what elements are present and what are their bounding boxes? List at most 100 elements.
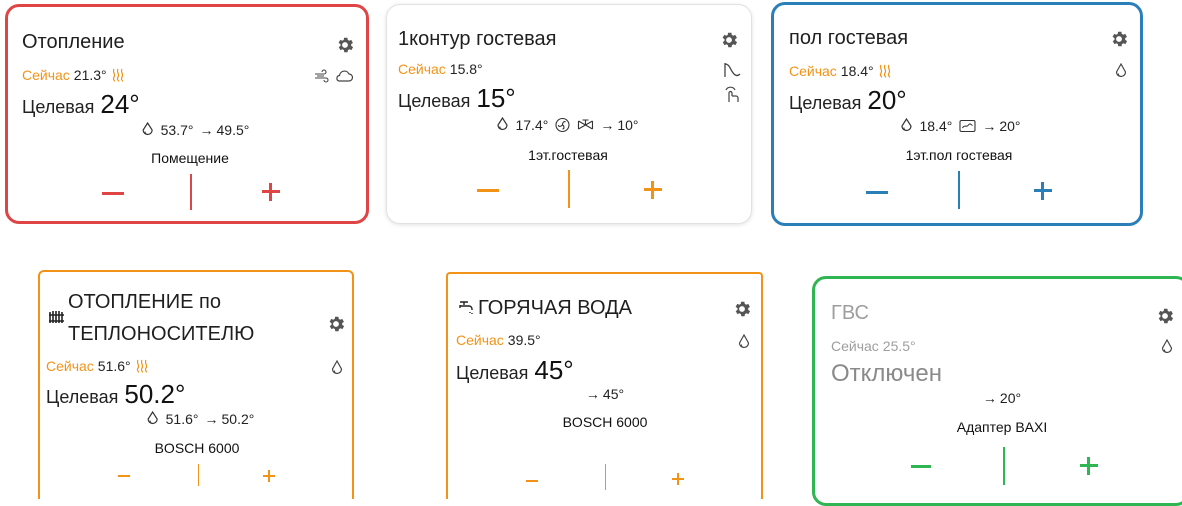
flow-temp: 53.7° [160,122,194,138]
current-temperature: Сейчас 39.5° [456,332,541,348]
heating-active-icon [879,64,890,78]
card-title: ГОРЯЧАЯ ВОДА [478,297,632,319]
thermostat-card-dhw: ГВС Сейчас 25.5° Отключен → 20° Адаптер … [812,276,1182,506]
floor-heating-icon [959,119,976,133]
radiator-icon [49,311,64,323]
increase-button[interactable] [1076,453,1102,479]
increase-button[interactable] [1030,178,1056,204]
valve-icon [577,119,593,130]
settings-gear-icon[interactable] [335,35,355,55]
now-value: 21.3° [73,67,107,83]
target-temperature: Целевая 20° [789,85,907,116]
decrease-button[interactable] [98,189,128,199]
card-title: 1контур гостевая [398,28,557,50]
target-temperature: Целевая 50.2° [46,379,185,410]
status-disabled: Отключен [831,360,943,387]
target-value: 45° [534,355,574,385]
now-value: 18.4° [840,63,874,79]
return-temp: 45° [602,386,625,402]
arrow-right: → [982,390,997,406]
current-temperature: Сейчас 15.8° [398,61,483,77]
arrow-right: → [585,386,600,402]
heating-active-icon [136,359,147,373]
card-title-line2: ТЕПЛОНОСИТЕЛЮ [68,323,255,345]
thermostat-card-circuit1: 1контур гостевая Сейчас 15.8° Целевая 15… [386,4,752,224]
faucet-icon [459,301,473,314]
decrease-button[interactable] [114,472,134,480]
flow-temp: 17.4° [515,117,549,133]
drop-icon [147,411,158,425]
decrease-button[interactable] [907,462,937,472]
decrease-button[interactable] [522,477,542,485]
sensor-name: 1эт.пол гостевая [905,147,1013,163]
cloud-icon [336,70,354,82]
increase-button[interactable] [258,179,284,205]
target-temperature: Целевая 24° [22,89,140,120]
target-label: Целевая [789,93,862,113]
drop-icon [901,118,912,132]
sensor-name: Адаптер BAXI [956,419,1048,435]
current-temperature: Сейчас 51.6° [46,358,149,374]
now-value: 25.5° [882,338,916,354]
thermostat-card-heating: Отопление Сейчас 21.3° Целевая 24° 53.7°… [5,4,369,224]
target-value: 24° [100,89,140,119]
increase-button[interactable] [670,471,686,487]
flow-return-stats: 51.6° → 50.2° [146,411,255,427]
arrow-right: → [982,118,997,134]
current-temperature: Сейчас 25.5° [831,338,916,354]
increase-button[interactable] [640,177,666,203]
settings-gear-icon[interactable] [732,299,752,319]
now-value: 15.8° [449,61,483,77]
arrow-right: → [204,411,219,427]
controls-divider [1003,447,1005,485]
settings-gear-icon[interactable] [719,30,739,50]
arrow-right: → [600,117,615,133]
return-temp: 50.2° [221,411,255,427]
drop-icon [1115,63,1127,78]
drop-icon [738,334,750,349]
increase-button[interactable] [261,468,277,484]
now-label: Сейчас [789,63,837,79]
settings-gear-icon[interactable] [1109,29,1129,49]
now-label: Сейчас [22,67,70,83]
settings-gear-icon[interactable] [326,314,346,334]
flow-return-stats: 17.4° → 10° [495,117,639,133]
fan-icon [555,117,570,133]
target-label: Целевая [22,97,95,117]
controls-divider [190,174,192,210]
flow-temp: 51.6° [165,411,199,427]
card-title: ГВС [831,302,869,324]
return-temp: 20° [999,118,1021,134]
decrease-button[interactable] [473,186,503,196]
thermostat-card-hot-water: ГОРЯЧАЯ ВОДА Сейчас 39.5° Целевая 45° → … [446,272,763,499]
heating-active-icon [112,68,123,82]
current-temperature: Сейчас 18.4° [789,63,892,79]
current-temperature: Сейчас 21.3° [22,67,125,83]
controls-divider [605,464,606,490]
card-title: Отопление [22,31,125,53]
return-temp: 20° [999,390,1022,406]
drop-icon [331,360,343,375]
decrease-button[interactable] [862,188,892,198]
flow-return-stats: → 20° [983,390,1021,406]
now-label: Сейчас [831,338,879,354]
now-label: Сейчас [46,358,94,374]
now-value: 51.6° [97,358,131,374]
drop-icon [497,117,508,131]
drop-icon [142,122,153,136]
flow-return-stats: → 45° [586,386,624,402]
card-title-line1: ОТОПЛЕНИЕ по [68,291,221,313]
return-temp: 10° [617,117,639,133]
settings-gear-icon[interactable] [1155,306,1175,326]
target-temperature: Целевая 15° [398,83,516,114]
controls-divider [568,170,570,208]
sensor-name: Помещение [151,150,229,166]
flow-temp: 18.4° [919,118,953,134]
now-label: Сейчас [398,61,446,77]
sensor-name: BOSCH 6000 [562,414,648,430]
target-value: 20° [867,85,907,115]
hand-icon [725,86,739,102]
sensor-name: 1эт.гостевая [528,147,608,163]
return-temp: 49.5° [216,122,250,138]
sensor-name: BOSCH 6000 [154,440,240,456]
